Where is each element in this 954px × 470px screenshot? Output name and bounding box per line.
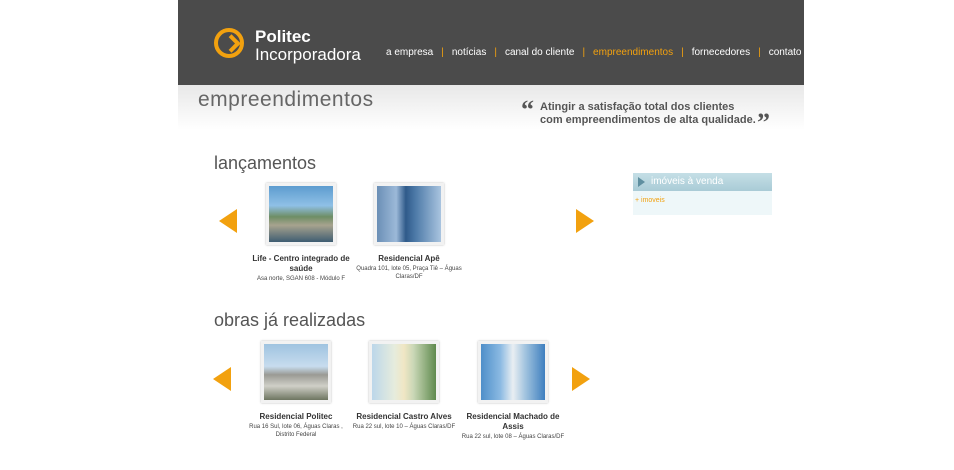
nav-empreendimentos[interactable]: empreendimentos [591,47,675,58]
property-address: Rua 22 sul, lote 08 – Águas Claras/DF [458,433,568,441]
logo-line2: Incorporadora [255,45,361,64]
imoveis-box-title: imóveis à venda [651,176,724,187]
property-address-line2: Claras/DF [395,274,423,280]
property-address-line1: Rua 22 sul, lote 08 – Águas Claras/DF [461,434,565,440]
carousel-prev-arrow-icon[interactable] [219,209,237,233]
property-card-residencial-machado-de-assis[interactable]: Residencial Machado de Assis Rua 22 sul,… [458,341,568,441]
slogan: Atingir a satisfação total dos clientes … [540,101,756,127]
main-nav: a empresa | notícias | canal do cliente … [384,47,804,58]
nav-contato[interactable]: contato [767,47,804,58]
page-title: empreendimentos [198,88,374,111]
property-title-line1: Residencial Castro Alves [356,412,452,421]
property-address-line2: Distrito Federal [275,432,317,438]
imoveis-a-venda-box: imóveis à venda + imoveis [633,173,772,215]
property-title[interactable]: Residencial Politec [241,412,351,422]
nav-a-empresa[interactable]: a empresa [384,47,435,58]
nav-separator: | [582,47,586,58]
logo[interactable]: Politec Incorporadora [255,28,361,64]
property-title-line1: Residencial Apê [378,254,440,263]
property-thumbnail[interactable] [478,341,548,403]
triangle-right-icon [638,177,645,187]
section-title-lancamentos: lançamentos [214,153,317,173]
quote-open-mark: “ [521,95,534,124]
nav-canal-do-cliente[interactable]: canal do cliente [503,47,577,58]
property-address-line1: Rua 16 Sul, lote 06, Águas Claras , [249,424,343,430]
property-address: Rua 22 sul, lote 10 – Águas Claras/DF [349,423,459,431]
imoveis-link[interactable]: + imoveis [633,191,772,204]
logo-line1: Politec [255,27,311,46]
property-card-residencial-politec[interactable]: Residencial Politec Rua 16 Sul, lote 06,… [241,341,351,439]
property-address-line1: Asa norte, SGAN 608 - Módulo F [256,276,346,282]
carousel-prev-arrow-icon[interactable] [213,367,231,391]
property-thumbnail[interactable] [261,341,331,403]
nav-fornecedores[interactable]: fornecedores [690,47,752,58]
imoveis-box-header: imóveis à venda [633,173,772,191]
carousel-next-arrow-icon[interactable] [576,209,594,233]
slogan-line2: com empreendimentos de alta qualidade. [540,114,756,126]
property-address: Rua 16 Sul, lote 06, Águas Claras , Dist… [241,423,351,439]
nav-separator: | [494,47,497,58]
nav-separator: | [441,47,444,58]
logo-icon[interactable] [214,28,244,58]
property-address: Asa norte, SGAN 608 - Módulo F [246,275,356,283]
section-title-obras: obras já realizadas [214,310,366,330]
property-title[interactable]: Residencial Castro Alves [349,412,459,422]
carousel-next-arrow-icon[interactable] [572,367,590,391]
header: Politec Incorporadora a empresa | notíci… [178,0,804,85]
property-title[interactable]: Residencial Apê [354,254,464,264]
property-address-line1: Quadra 101, lote 05, Praça Tiê – Águas [356,266,462,272]
nav-separator: | [758,47,761,58]
property-card-residencial-ape[interactable]: Residencial Apê Quadra 101, lote 05, Pra… [354,183,464,281]
quote-close-mark: ” [757,108,770,137]
property-thumbnail[interactable] [374,183,444,245]
slogan-line1: Atingir a satisfação total dos clientes [540,101,735,113]
property-address-line1: Rua 22 sul, lote 10 – Águas Claras/DF [352,424,456,430]
property-card-residencial-castro-alves[interactable]: Residencial Castro Alves Rua 22 sul, lot… [349,341,459,431]
property-title-line2: Assis [502,422,524,431]
property-title[interactable]: Life - Centro integrado de saúde [246,254,356,274]
property-title-line1: Residencial Politec [259,412,333,421]
property-title-line1: Life - Centro integrado de [252,254,350,263]
property-title-line1: Residencial Machado de [466,412,560,421]
site-container: Politec Incorporadora a empresa | notíci… [178,0,804,470]
property-title-line2: saúde [289,264,313,273]
nav-noticias[interactable]: notícias [450,47,488,58]
property-title[interactable]: Residencial Machado de Assis [458,412,568,432]
property-thumbnail[interactable] [266,183,336,245]
property-thumbnail[interactable] [369,341,439,403]
nav-separator: | [681,47,684,58]
property-address: Quadra 101, lote 05, Praça Tiê – Águas C… [354,265,464,281]
property-card-life[interactable]: Life - Centro integrado de saúde Asa nor… [246,183,356,283]
